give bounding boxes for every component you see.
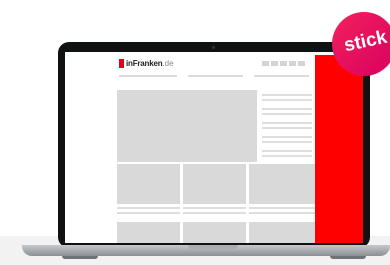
article-line xyxy=(249,207,315,209)
article-line xyxy=(117,207,180,209)
nav-item[interactable] xyxy=(254,75,309,77)
teaser-line xyxy=(262,136,312,138)
nav-item[interactable] xyxy=(119,75,177,77)
sticky-ad-banner[interactable] xyxy=(315,55,363,243)
site-logo[interactable]: inFranken .de xyxy=(119,59,174,68)
teaser-line xyxy=(262,141,312,143)
teaser-line xyxy=(262,99,312,101)
logo-tld: .de xyxy=(162,59,174,68)
laptop-screen: inFranken .de xyxy=(65,52,363,243)
nav-icon[interactable] xyxy=(289,61,296,66)
article-line xyxy=(183,212,246,214)
article-line xyxy=(183,207,246,209)
nav-icon[interactable] xyxy=(280,61,287,66)
teaser-line xyxy=(262,122,312,124)
laptop-foot xyxy=(62,256,98,259)
article-image[interactable] xyxy=(117,164,180,204)
laptop-notch xyxy=(188,245,238,249)
article-image[interactable] xyxy=(183,222,246,243)
logo-mark-icon xyxy=(119,59,124,68)
nav-item[interactable] xyxy=(188,75,243,77)
teaser-line xyxy=(262,113,312,115)
article-line xyxy=(117,212,180,214)
teaser-line xyxy=(262,150,312,152)
teaser-line xyxy=(262,108,312,110)
camera-icon xyxy=(212,46,215,49)
nav-icon[interactable] xyxy=(262,61,269,66)
logo-name: inFranken xyxy=(126,59,163,68)
teaser-line xyxy=(262,94,312,96)
sticky-badge-label: stick xyxy=(342,26,389,57)
article-image[interactable] xyxy=(183,164,246,204)
article-image[interactable] xyxy=(249,164,315,204)
laptop-foot xyxy=(330,256,366,259)
article-image[interactable] xyxy=(249,222,315,243)
article-line xyxy=(249,212,315,214)
nav-icon[interactable] xyxy=(271,61,278,66)
article-image[interactable] xyxy=(117,222,180,243)
teaser-line xyxy=(262,127,312,129)
nav-icon[interactable] xyxy=(298,61,305,66)
hero-image[interactable] xyxy=(117,90,257,162)
teaser-line xyxy=(262,155,312,157)
sticky-badge: stick xyxy=(332,12,390,76)
